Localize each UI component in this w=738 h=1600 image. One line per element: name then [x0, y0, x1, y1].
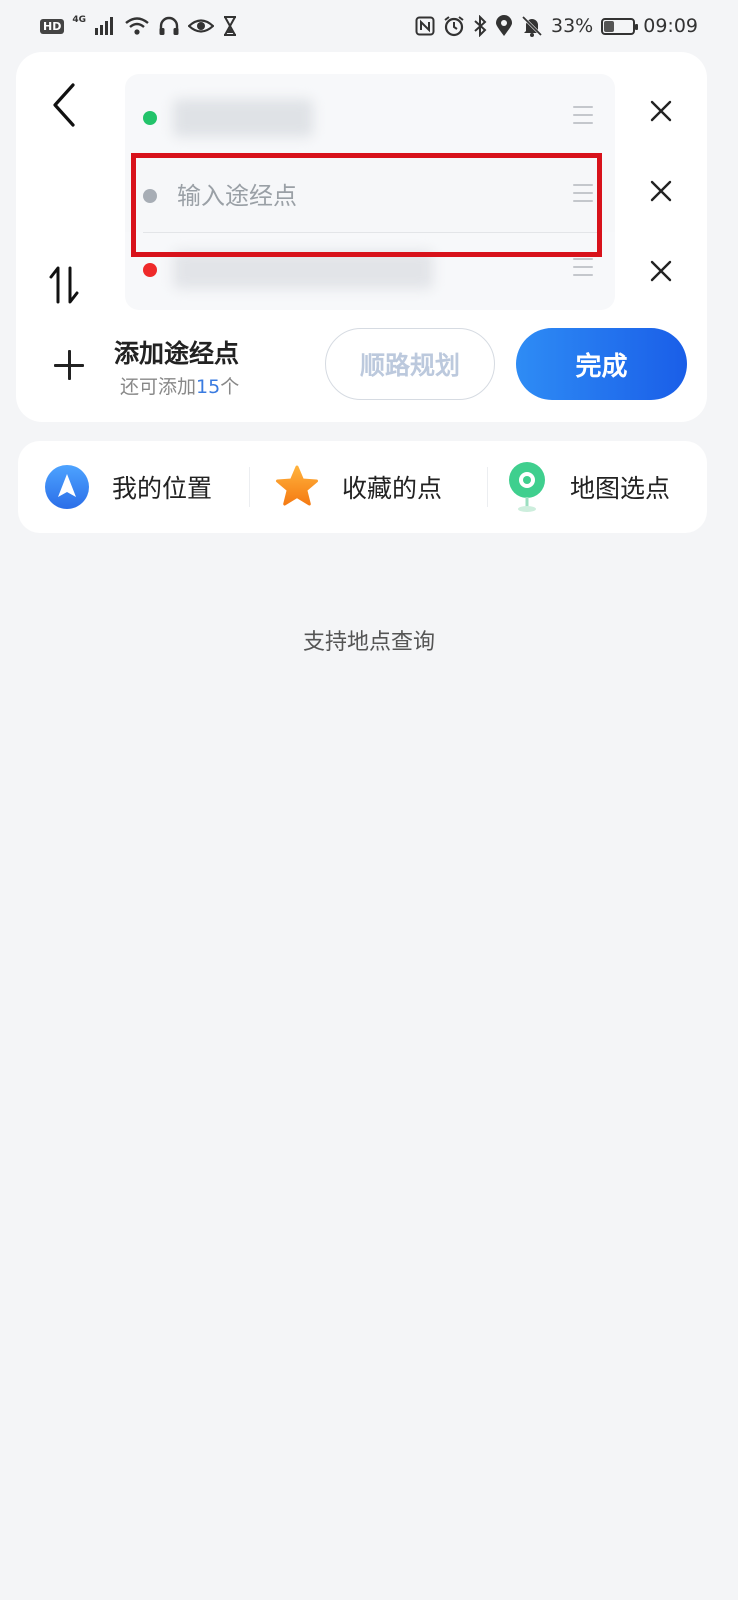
drag-handle-icon[interactable] — [573, 184, 593, 202]
swap-button[interactable] — [44, 262, 84, 308]
eye-icon — [188, 19, 214, 33]
via-dot — [143, 189, 157, 203]
remove-end-button[interactable] — [646, 256, 676, 286]
quick-pick-card: 我的位置 收藏的点 地图选点 — [18, 441, 707, 533]
wifi-icon — [125, 17, 149, 35]
end-point-row[interactable] — [125, 234, 615, 306]
favorites-button[interactable]: 收藏的点 — [274, 441, 442, 533]
waypoint-fields — [125, 74, 615, 310]
my-location-button[interactable]: 我的位置 — [44, 441, 212, 533]
drag-handle-icon[interactable] — [573, 258, 593, 276]
status-bar-right: 33% 09:09 — [415, 15, 698, 37]
battery-icon — [601, 17, 639, 35]
map-pin-icon — [509, 462, 545, 512]
start-dot — [143, 111, 157, 125]
end-point-value-blurred — [173, 251, 433, 289]
close-icon — [650, 260, 672, 282]
add-waypoint-remaining: 还可添加15个 — [120, 372, 239, 399]
end-dot — [143, 263, 157, 277]
star-icon — [276, 465, 318, 506]
plus-icon — [54, 350, 84, 380]
alarm-icon — [444, 16, 464, 37]
hd-badge: HD — [40, 18, 65, 34]
my-location-label: 我的位置 — [112, 474, 213, 503]
hourglass-icon — [224, 16, 236, 36]
close-icon — [650, 100, 672, 122]
chevron-left-icon — [53, 83, 75, 127]
remaining-suffix: 个 — [220, 376, 240, 398]
status-bar: HD 4G 33% 09:09 — [0, 0, 738, 52]
add-waypoint-button[interactable]: 添加途经点 还可添加15个 — [54, 324, 314, 404]
start-point-value-blurred — [173, 99, 313, 137]
remove-start-button[interactable] — [646, 96, 676, 126]
start-point-row[interactable] — [125, 82, 615, 154]
done-button[interactable]: 完成 — [516, 328, 687, 400]
headphones-icon — [159, 16, 179, 35]
map-pick-label: 地图选点 — [570, 474, 671, 503]
map-pick-button[interactable]: 地图选点 — [506, 441, 670, 533]
plan-along-route-button[interactable]: 顺路规划 — [325, 328, 495, 400]
swap-vertical-icon — [49, 266, 79, 304]
nfc-icon — [415, 16, 435, 36]
separator — [249, 467, 250, 507]
clock: 09:09 — [643, 15, 698, 37]
drag-handle-icon[interactable] — [573, 106, 593, 124]
signal-icon — [95, 17, 113, 35]
bluetooth-icon — [474, 15, 487, 37]
navigation-arrow-icon — [45, 465, 89, 509]
remove-via-button[interactable] — [646, 176, 676, 206]
favorites-label: 收藏的点 — [342, 474, 443, 503]
mute-icon — [521, 15, 543, 37]
row-divider — [143, 232, 601, 233]
search-hint: 支持地点查询 — [302, 630, 435, 655]
remaining-count: 15 — [196, 376, 221, 398]
close-icon — [650, 180, 672, 202]
battery-percent: 33% — [551, 15, 594, 37]
status-bar-left: HD 4G — [40, 15, 238, 36]
separator — [487, 467, 488, 507]
via-point-input[interactable] — [177, 182, 497, 210]
add-waypoint-title: 添加途经点 — [114, 339, 240, 368]
network-type: 4G — [72, 15, 86, 25]
remaining-prefix: 还可添加 — [120, 376, 197, 398]
back-button[interactable] — [44, 82, 84, 128]
route-card: 添加途经点 还可添加15个 顺路规划 完成 — [16, 52, 707, 422]
location-icon — [496, 15, 512, 36]
via-point-row[interactable] — [125, 160, 615, 232]
